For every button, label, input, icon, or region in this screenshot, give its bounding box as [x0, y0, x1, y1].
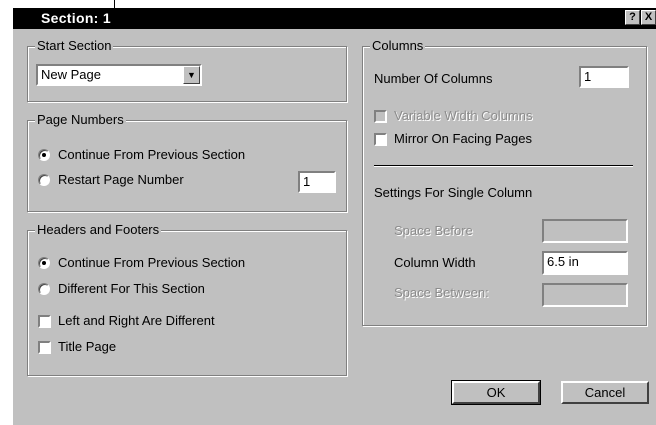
restart-number-input[interactable]: 1: [298, 171, 336, 193]
close-icon: X: [644, 11, 653, 23]
page-numbers-group: Page Numbers Continue From Previous Sect…: [27, 113, 347, 212]
ok-button[interactable]: OK: [451, 380, 541, 405]
number-of-columns-label: Number Of Columns: [374, 71, 493, 86]
space-between-label: Space Between:: [394, 285, 489, 300]
continue-headers-label[interactable]: Continue From Previous Section: [58, 255, 245, 271]
space-before-label: Space Before: [394, 223, 473, 238]
space-before-input[interactable]: [542, 219, 628, 243]
restart-number-value: 1: [303, 174, 311, 189]
mirror-facing-label[interactable]: Mirror On Facing Pages: [394, 131, 532, 147]
different-section-label[interactable]: Different For This Section: [58, 281, 205, 297]
restart-page-radio[interactable]: [38, 174, 50, 186]
continue-headers-radio[interactable]: [38, 257, 50, 269]
chevron-down-icon[interactable]: ▼: [183, 66, 200, 84]
help-icon: ?: [629, 11, 636, 23]
page-numbers-legend: Page Numbers: [35, 112, 126, 127]
number-of-columns-input[interactable]: 1: [579, 66, 629, 88]
variable-width-checkbox[interactable]: [374, 110, 387, 123]
left-right-label[interactable]: Left and Right Are Different: [58, 313, 215, 329]
headers-footers-legend: Headers and Footers: [35, 222, 162, 237]
dialog-title: Section: 1: [41, 10, 111, 26]
start-section-legend: Start Section: [35, 38, 114, 53]
pointer-line: [114, 0, 115, 8]
start-section-group: Start Section New Page ▼: [27, 39, 347, 102]
title-page-label[interactable]: Title Page: [58, 339, 116, 355]
columns-group: Columns Number Of Columns 1 Variable Wid…: [362, 39, 647, 326]
columns-legend: Columns: [370, 38, 426, 53]
close-button[interactable]: X: [641, 10, 656, 25]
columns-divider: [374, 165, 633, 167]
mirror-facing-checkbox[interactable]: [374, 133, 387, 146]
column-width-label: Column Width: [394, 255, 476, 270]
title-bar: Section: 1 ? X: [13, 8, 656, 29]
left-right-checkbox[interactable]: [38, 315, 51, 328]
space-between-input[interactable]: [542, 283, 628, 307]
single-column-settings-label: Settings For Single Column: [374, 185, 533, 200]
restart-page-label[interactable]: Restart Page Number: [58, 172, 184, 188]
cancel-button[interactable]: Cancel: [561, 381, 649, 404]
number-of-columns-value: 1: [584, 69, 592, 84]
headers-footers-group: Headers and Footers Continue From Previo…: [27, 223, 347, 376]
help-button[interactable]: ?: [625, 10, 640, 25]
start-section-value: New Page: [41, 67, 101, 82]
title-page-checkbox[interactable]: [38, 341, 51, 354]
start-section-select[interactable]: New Page ▼: [36, 64, 202, 86]
continue-page-label[interactable]: Continue From Previous Section: [58, 147, 245, 163]
column-width-input[interactable]: 6.5 in: [542, 251, 628, 275]
column-width-value: 6.5 in: [547, 254, 579, 269]
different-section-radio[interactable]: [38, 283, 50, 295]
continue-page-radio[interactable]: [38, 149, 50, 161]
variable-width-label[interactable]: Variable Width Columns: [394, 108, 532, 124]
section-dialog: Section: 1 ? X Start Section New Page ▼ …: [12, 8, 656, 425]
